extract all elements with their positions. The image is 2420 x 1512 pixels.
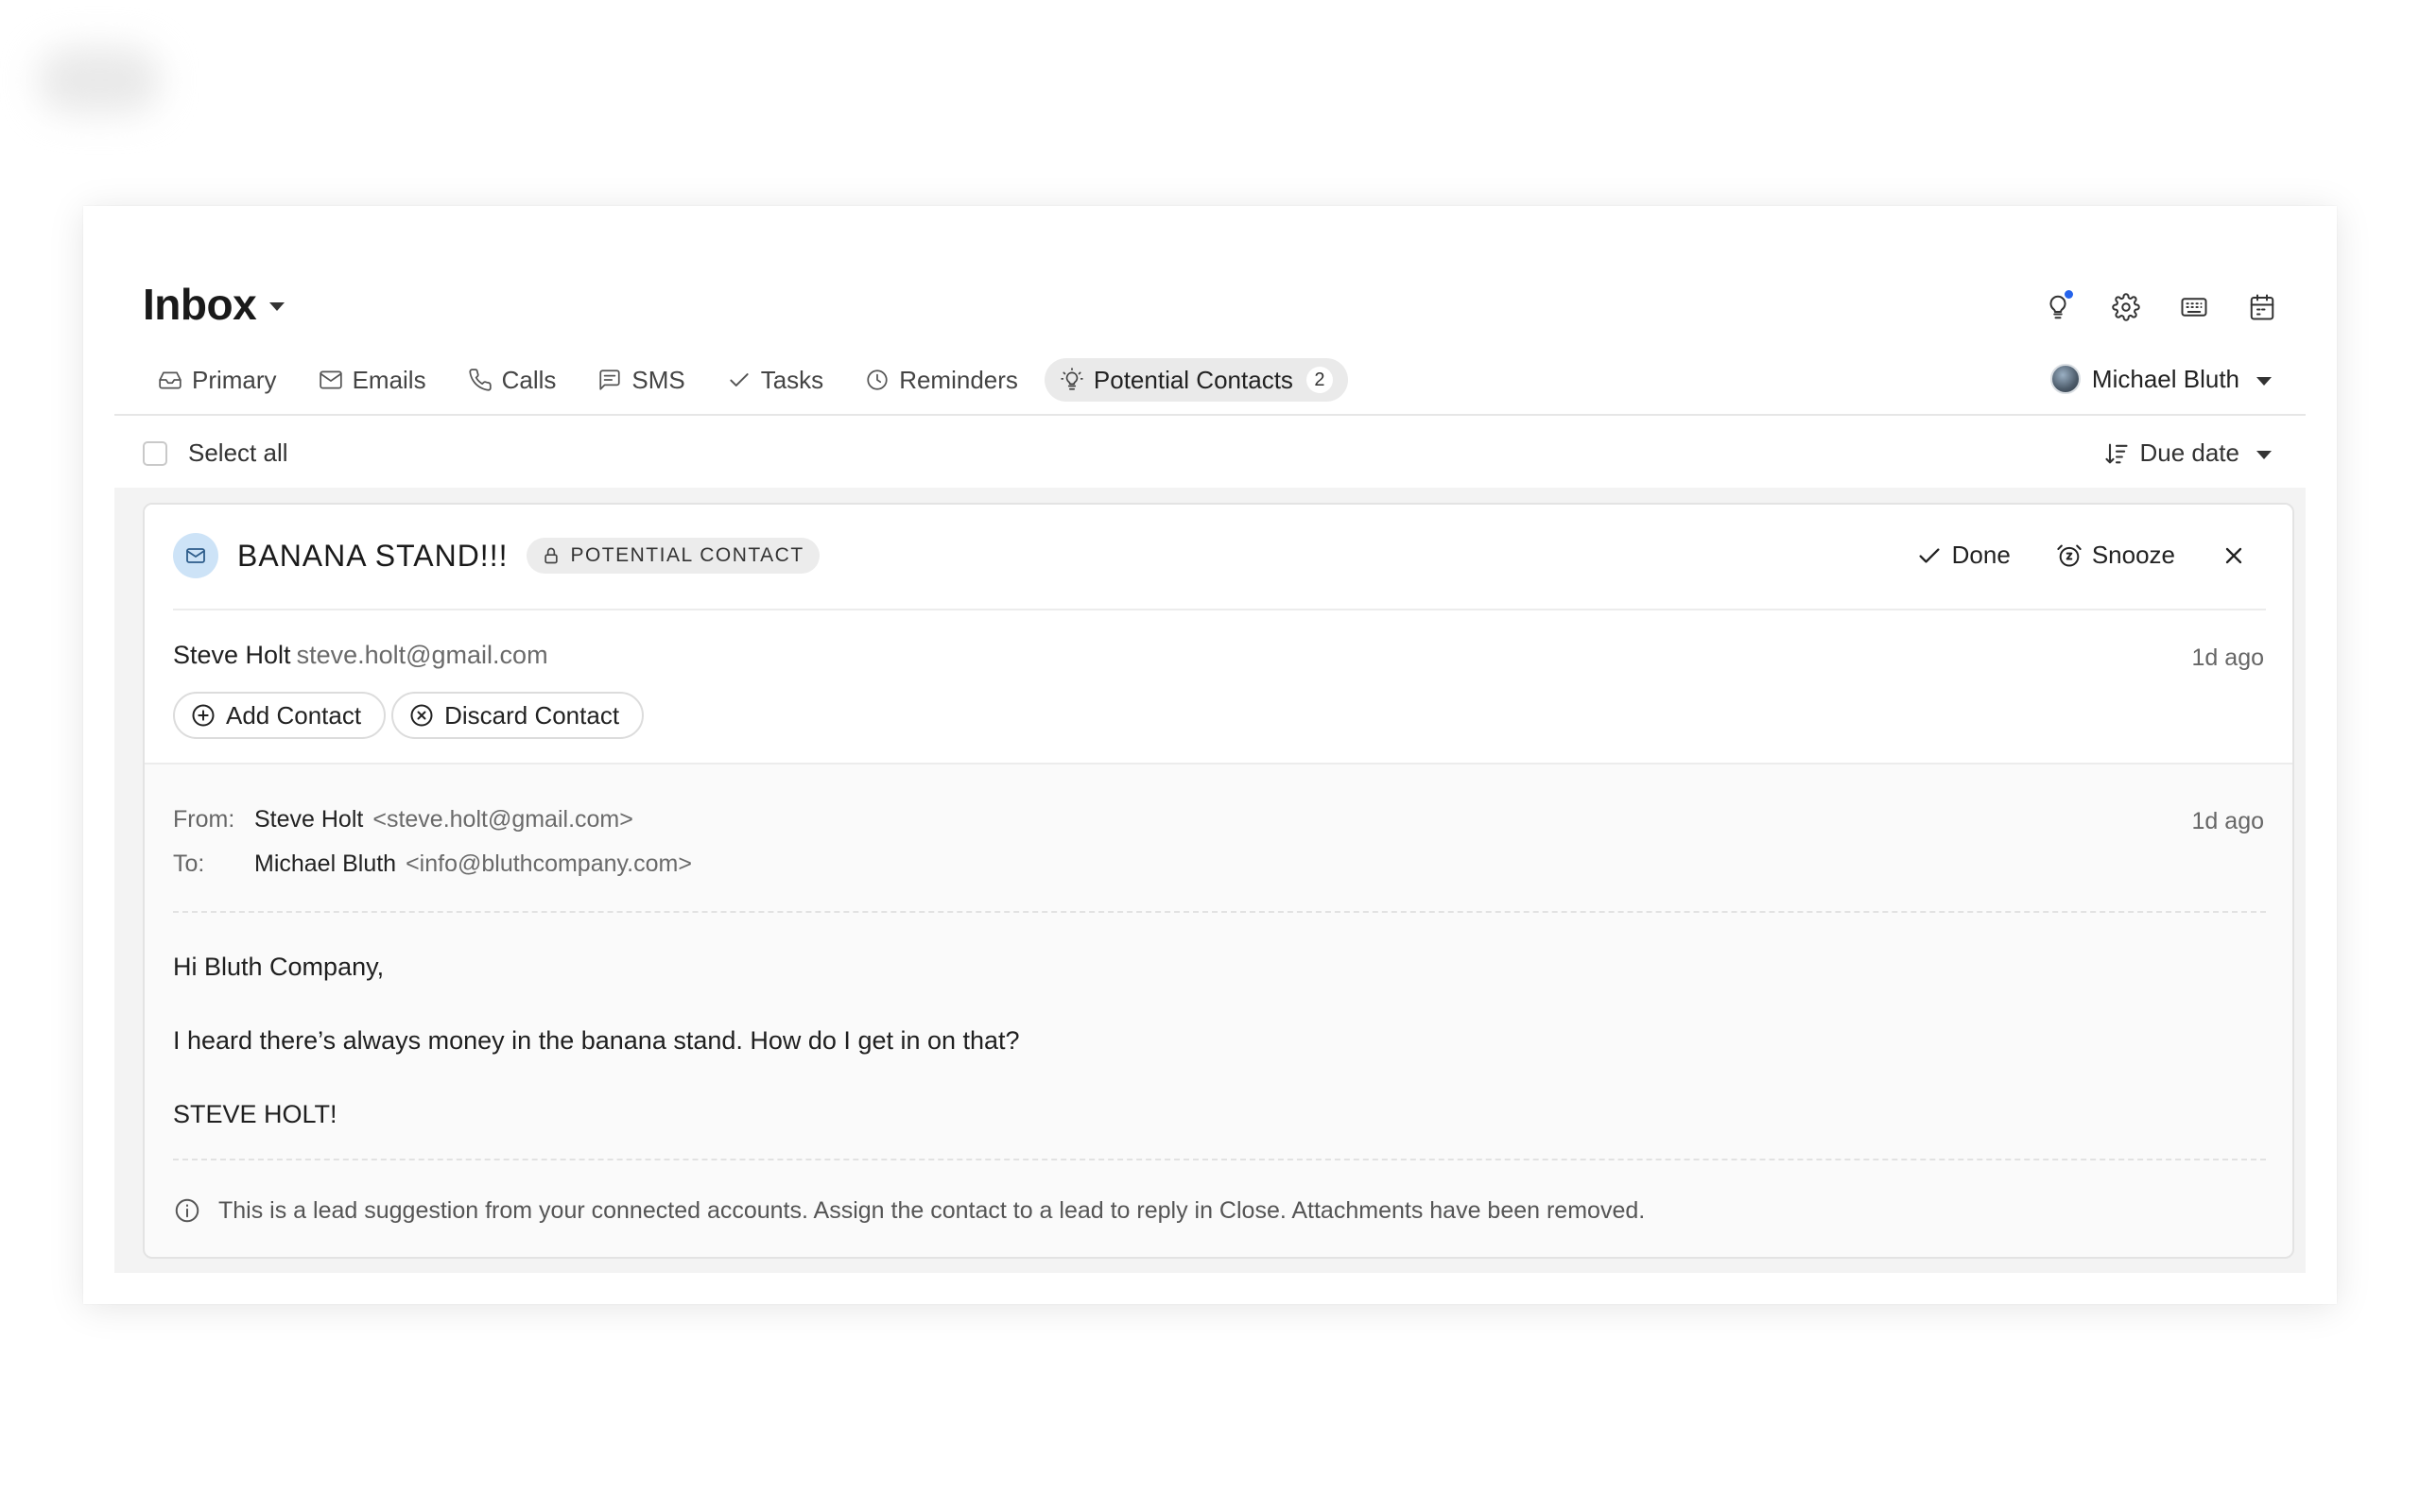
- tab-label: Primary: [192, 365, 277, 394]
- sort-icon: [2105, 443, 2129, 463]
- calendar-icon[interactable]: [2247, 292, 2277, 322]
- add-contact-button[interactable]: Add Contact: [173, 692, 387, 739]
- lightbulb-icon[interactable]: [2043, 290, 2073, 322]
- to-name: Michael Bluth: [254, 850, 397, 877]
- inbox-content: BANANA STAND!!! POTENTIAL CONTACT Done S…: [114, 488, 2306, 1273]
- dashed-divider: [173, 911, 2266, 913]
- email-subject: BANANA STAND!!!: [237, 538, 509, 573]
- card-actions: Done Snooze: [1916, 541, 2247, 570]
- select-all-label: Select all: [188, 438, 288, 467]
- tag-label: POTENTIAL CONTACT: [570, 544, 804, 566]
- header: Inbox: [114, 237, 2306, 332]
- from-name: Steve Holt: [254, 806, 364, 833]
- inbox-tabs: Primary Emails Calls SMS Tasks Reminders: [143, 358, 1348, 402]
- app-window: Inbox Primary Emails Calls SMS Tasks Rem…: [83, 206, 2337, 1304]
- tab-label: SMS: [631, 365, 685, 394]
- clock-icon: [867, 369, 888, 390]
- close-icon: [2225, 547, 2242, 563]
- alarm-clock-icon: [2057, 544, 2082, 566]
- done-label: Done: [1951, 541, 2011, 569]
- lock-icon: [544, 547, 559, 564]
- page-title: Inbox: [143, 280, 257, 329]
- timestamp: 1d ago: [2191, 644, 2264, 671]
- to-row: To: Michael Bluth <info@bluthcompany.com…: [173, 842, 692, 886]
- inbox-tray-icon: [159, 371, 182, 389]
- email-meta: From: Steve Holt <steve.holt@gmail.com> …: [173, 798, 692, 886]
- tab-label: Emails: [352, 365, 426, 394]
- discard-contact-button[interactable]: Discard Contact: [391, 692, 645, 739]
- from-email: <steve.holt@gmail.com>: [372, 806, 633, 833]
- keyboard-icon[interactable]: [2179, 292, 2209, 322]
- email-body: Hi Bluth Company, I heard there’s always…: [173, 949, 1020, 1170]
- contact-actions: Add Contact Discard Contact: [173, 692, 645, 739]
- sender-email: steve.holt@gmail.com: [296, 641, 548, 669]
- from-row: From: Steve Holt <steve.holt@gmail.com>: [173, 798, 692, 842]
- select-all-checkbox[interactable]: [143, 440, 167, 466]
- user-selector[interactable]: Michael Bluth: [2049, 364, 2272, 394]
- x-circle-icon: [410, 704, 433, 727]
- sort-label: Due date: [2139, 438, 2239, 467]
- snooze-button[interactable]: Snooze: [2056, 541, 2175, 570]
- add-contact-label: Add Contact: [226, 700, 362, 730]
- tab-label: Tasks: [760, 365, 824, 394]
- sender-line: Steve Holt steve.holt@gmail.com: [173, 641, 548, 670]
- inbox-title-dropdown[interactable]: Inbox: [143, 279, 285, 330]
- notification-dot: [2065, 290, 2073, 299]
- check-icon: [730, 373, 749, 387]
- phone-icon: [468, 369, 492, 391]
- check-icon: [1919, 547, 1940, 563]
- from-label: From:: [173, 806, 235, 833]
- select-all: Select all: [143, 438, 288, 468]
- sort-dropdown[interactable]: Due date: [2103, 438, 2272, 468]
- lightbulb-icon: [1061, 368, 1083, 390]
- info-icon: [175, 1198, 199, 1223]
- blurred-background-shape: [38, 47, 161, 113]
- envelope-icon: [319, 370, 342, 389]
- close-button[interactable]: [2221, 542, 2247, 569]
- sender-name: Steve Holt: [173, 641, 291, 669]
- to-email: <info@bluthcompany.com>: [406, 850, 692, 877]
- header-icons: [2043, 290, 2277, 322]
- email-signature: STEVE HOLT!: [173, 1100, 337, 1128]
- card-header-area: BANANA STAND!!! POTENTIAL CONTACT Done S…: [145, 505, 2292, 765]
- tab-potential-contacts[interactable]: Potential Contacts 2: [1044, 358, 1348, 402]
- tab-emails[interactable]: Emails: [303, 358, 441, 402]
- tab-tasks[interactable]: Tasks: [712, 358, 838, 402]
- potential-contact-tag: POTENTIAL CONTACT: [527, 538, 820, 574]
- caret-down-icon: [2256, 376, 2272, 386]
- chat-icon: [599, 369, 620, 390]
- caret-down-icon: [2256, 451, 2272, 459]
- email-greeting: Hi Bluth Company,: [173, 953, 385, 981]
- tab-label: Reminders: [899, 365, 1018, 394]
- tab-primary[interactable]: Primary: [143, 358, 292, 402]
- inbox-app: Inbox Primary Emails Calls SMS Tasks Rem…: [114, 237, 2306, 1273]
- divider: [173, 609, 2266, 610]
- email-timestamp: 1d ago: [2191, 808, 2264, 834]
- email-message: I heard there’s always money in the bana…: [173, 1026, 1020, 1055]
- count-badge: 2: [1305, 367, 1333, 393]
- envelope-icon: [173, 533, 218, 578]
- tab-label: Potential Contacts: [1093, 365, 1293, 394]
- selection-toolbar: Select all Due date: [114, 416, 2306, 488]
- dashed-divider: [173, 1159, 2266, 1160]
- snooze-label: Snooze: [2091, 541, 2175, 569]
- to-label: To:: [173, 850, 205, 877]
- user-name: Michael Bluth: [2091, 364, 2239, 393]
- tab-reminders[interactable]: Reminders: [850, 358, 1033, 402]
- lead-suggestion-note: This is a lead suggestion from your conn…: [173, 1196, 1645, 1225]
- caret-down-icon: [269, 301, 285, 311]
- plus-circle-icon: [192, 704, 215, 727]
- tab-calls[interactable]: Calls: [453, 358, 572, 402]
- discard-contact-label: Discard Contact: [444, 700, 620, 730]
- avatar: [2049, 364, 2081, 394]
- potential-contact-card: BANANA STAND!!! POTENTIAL CONTACT Done S…: [143, 503, 2294, 1259]
- card-heading: BANANA STAND!!! POTENTIAL CONTACT: [173, 533, 820, 578]
- footnote-text: This is a lead suggestion from your conn…: [218, 1196, 1646, 1224]
- tab-sms[interactable]: SMS: [582, 358, 700, 402]
- done-button[interactable]: Done: [1916, 541, 2011, 570]
- gear-icon[interactable]: [2111, 292, 2141, 322]
- tab-label: Calls: [501, 365, 557, 394]
